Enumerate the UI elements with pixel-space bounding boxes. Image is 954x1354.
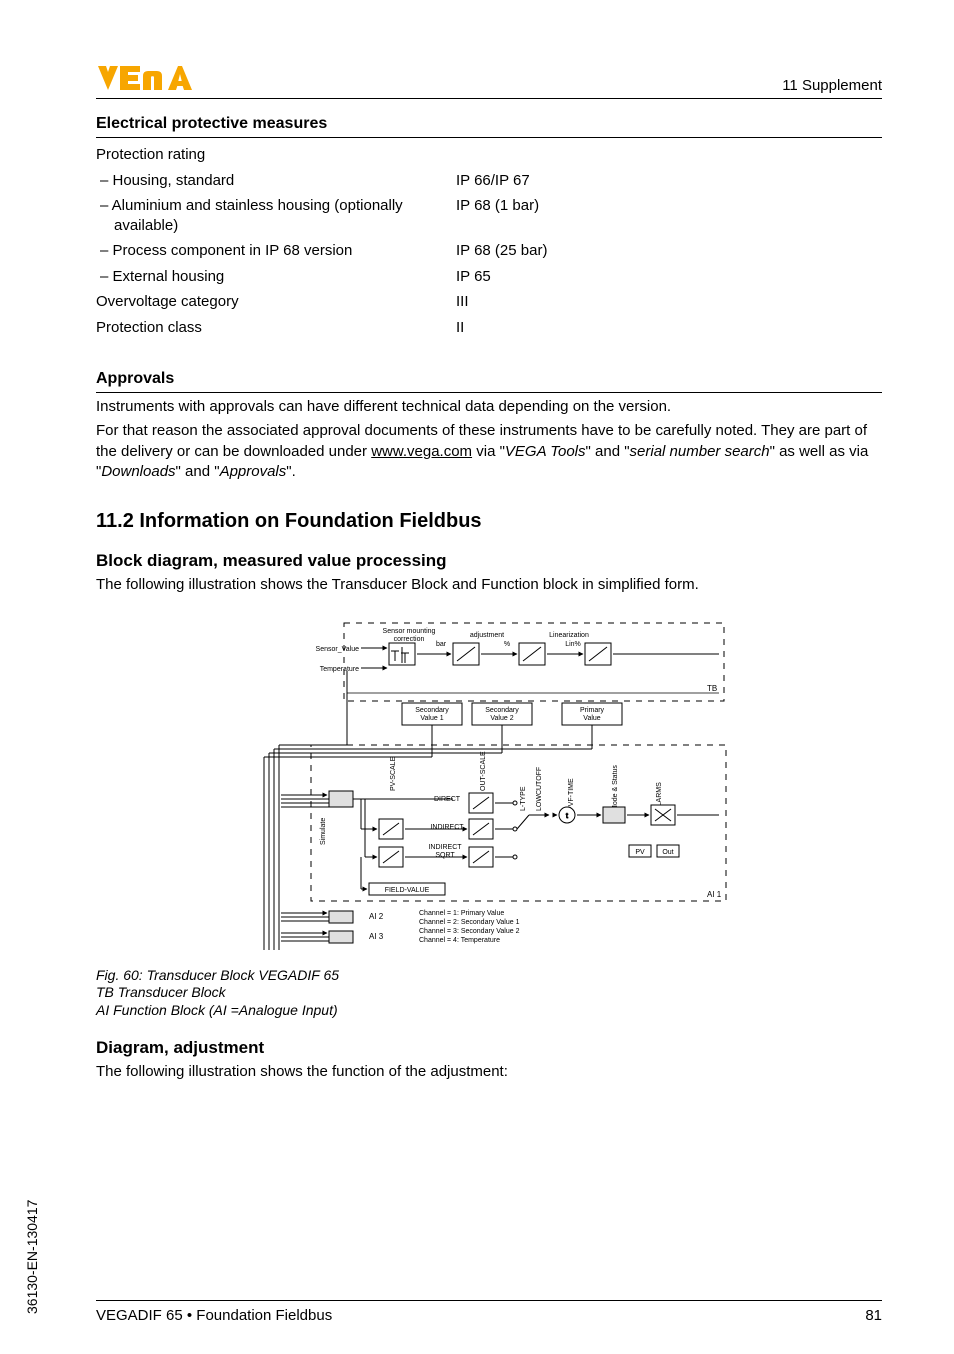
h2-info-ff: 11.2 Information on Foundation Fieldbus [96,510,882,533]
row-label: – External housing [96,267,456,287]
svg-text:SQRT: SQRT [435,852,455,859]
svg-text:Value 1: Value 1 [420,715,443,722]
svg-text:FIELD-VALUE: FIELD-VALUE [385,887,430,894]
svg-text:OUT-SCALE: OUT-SCALE [480,751,487,791]
svg-text:PV-SCALE: PV-SCALE [390,757,397,792]
svg-text:AI 1: AI 1 [707,890,722,899]
svg-text:%: % [504,641,510,648]
svg-text:Sensor mounting: Sensor mounting [383,628,436,635]
page-topbar: 11 Supplement [96,64,882,99]
diagram-adjustment-intro: The following illustration shows the fun… [96,1062,882,1082]
figure-caption-tb: TB Transducer Block [96,983,882,1001]
block-diagram-intro: The following illustration shows the Tra… [96,575,882,595]
text: " and " [176,463,220,480]
row-value: IP 65 [456,267,882,287]
footer-page-number: 81 [865,1307,882,1324]
protection-class-label: Protection class [96,318,456,338]
protection-rating-label: Protection rating [96,145,456,165]
text: ". [286,463,296,480]
svg-text:PVF-TIME: PVF-TIME [568,778,575,811]
overvoltage-value: III [456,292,882,312]
italic: Approvals [220,463,287,480]
vega-logo [96,64,226,94]
row-value: IP 68 (1 bar) [456,196,882,235]
overvoltage-label: Overvoltage category [96,292,456,312]
svg-text:Sensor_Value: Sensor_Value [316,646,360,653]
italic: serial number search [630,443,770,460]
figure-caption: Fig. 60: Transducer Block VEGADIF 65 [96,967,882,983]
page-footer: VEGADIF 65 • Foundation Fieldbus 81 [96,1300,882,1324]
transducer-block-figure: Sensor mounting correction adjustment Li… [229,615,749,955]
svg-text:Channel = 4: Temperature: Channel = 4: Temperature [419,937,500,944]
row-label: – Process component in IP 68 version [96,241,456,261]
svg-text:t: t [566,813,568,820]
svg-text:Channel = 3: Secondary Value 2: Channel = 3: Secondary Value 2 [419,928,520,935]
svg-text:Lin%: Lin% [565,641,581,648]
svg-text:Channel = 1: Primary Value: Channel = 1: Primary Value [419,910,504,917]
row-value: IP 68 (25 bar) [456,241,882,261]
row-label: – Aluminium and stainless housing (optio… [96,196,456,235]
svg-text:Value: Value [583,715,600,722]
svg-text:TB: TB [707,684,717,693]
h3-diagram-adjustment: Diagram, adjustment [96,1038,882,1058]
vega-url[interactable]: www.vega.com [371,443,472,460]
text: via " [472,443,505,460]
approvals-heading: Approvals [96,364,882,393]
italic: Downloads [101,463,175,480]
svg-text:Value 2: Value 2 [490,715,513,722]
row-value: IP 66/IP 67 [456,171,882,191]
row-label: – Housing, standard [96,171,456,191]
approvals-line1: Instruments with approvals can have diff… [96,397,882,417]
h3-block-diagram: Block diagram, measured value processing [96,551,882,571]
protection-rating-table: Protection rating – Housing, standardIP … [96,142,882,340]
footer-left: VEGADIF 65 • Foundation Fieldbus [96,1307,332,1324]
svg-text:INDIRECT: INDIRECT [428,844,462,851]
italic: VEGA Tools [505,443,586,460]
svg-text:Channel = 2: Secondary Value 1: Channel = 2: Secondary Value 1 [419,919,520,926]
document-code: 36130-EN-130417 [24,1200,40,1314]
svg-text:adjustment: adjustment [470,632,504,639]
svg-text:Temperature: Temperature [320,666,359,673]
svg-text:Secondary: Secondary [415,707,449,714]
svg-text:LOWCUTOFF: LOWCUTOFF [536,767,543,811]
svg-text:correction: correction [394,636,425,643]
svg-text:AI 2: AI 2 [369,912,384,921]
svg-text:Linearization: Linearization [549,632,589,639]
figure-caption-ai: AI Function Block (AI =Analogue Input) [96,1001,882,1019]
svg-text:bar: bar [436,641,447,648]
text: " and " [586,443,630,460]
svg-text:L-TYPE: L-TYPE [520,786,527,811]
svg-text:AI 3: AI 3 [369,932,384,941]
epm-heading: Electrical protective measures [96,109,882,138]
protection-class-value: II [456,318,882,338]
approvals-line2: For that reason the associated approval … [96,421,882,482]
svg-text:DIRECT: DIRECT [434,796,461,803]
svg-text:Primary: Primary [580,707,605,714]
svg-text:Mode & Status: Mode & Status [612,765,619,811]
svg-text:Secondary: Secondary [485,707,519,714]
svg-text:INDIRECT: INDIRECT [430,824,464,831]
section-label: 11 Supplement [782,77,882,94]
svg-text:Out: Out [662,849,673,856]
svg-text:PV: PV [635,849,645,856]
svg-text:Simulate: Simulate [320,818,327,845]
